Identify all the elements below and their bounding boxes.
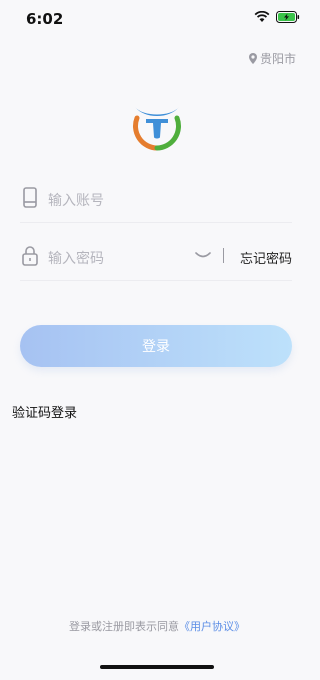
forgot-password-link[interactable]: 忘记密码 (240, 248, 292, 267)
app-logo (133, 107, 181, 151)
sms-login-link[interactable]: 验证码登录 (12, 402, 77, 421)
field-divider (223, 248, 224, 263)
home-indicator (100, 665, 214, 669)
city-label: 贵阳市 (259, 52, 296, 66)
agreement-text: 登录或注册即表示同意《用户协议》 (0, 618, 314, 634)
password-placeholder: 输入密码 (48, 251, 104, 267)
lock-icon (22, 246, 38, 266)
location-selector[interactable]: 贵阳市 (248, 50, 296, 67)
status-bar: 6:02 (0, 0, 314, 36)
agreement-prefix: 登录或注册即表示同意 (69, 620, 179, 633)
status-icons (254, 11, 300, 23)
location-pin-icon (248, 53, 257, 64)
status-time: 6:02 (26, 10, 64, 28)
account-input[interactable]: 输入账号 (20, 178, 292, 223)
eye-closed-icon[interactable] (193, 248, 213, 262)
password-input[interactable]: 输入密码 忘记密码 (20, 236, 292, 281)
login-button[interactable]: 登录 (20, 325, 292, 367)
account-placeholder: 输入账号 (48, 193, 104, 209)
phone-icon (23, 187, 37, 208)
user-agreement-link[interactable]: 《用户协议》 (179, 620, 245, 633)
wifi-icon (254, 11, 270, 22)
battery-charging-icon (276, 11, 300, 23)
